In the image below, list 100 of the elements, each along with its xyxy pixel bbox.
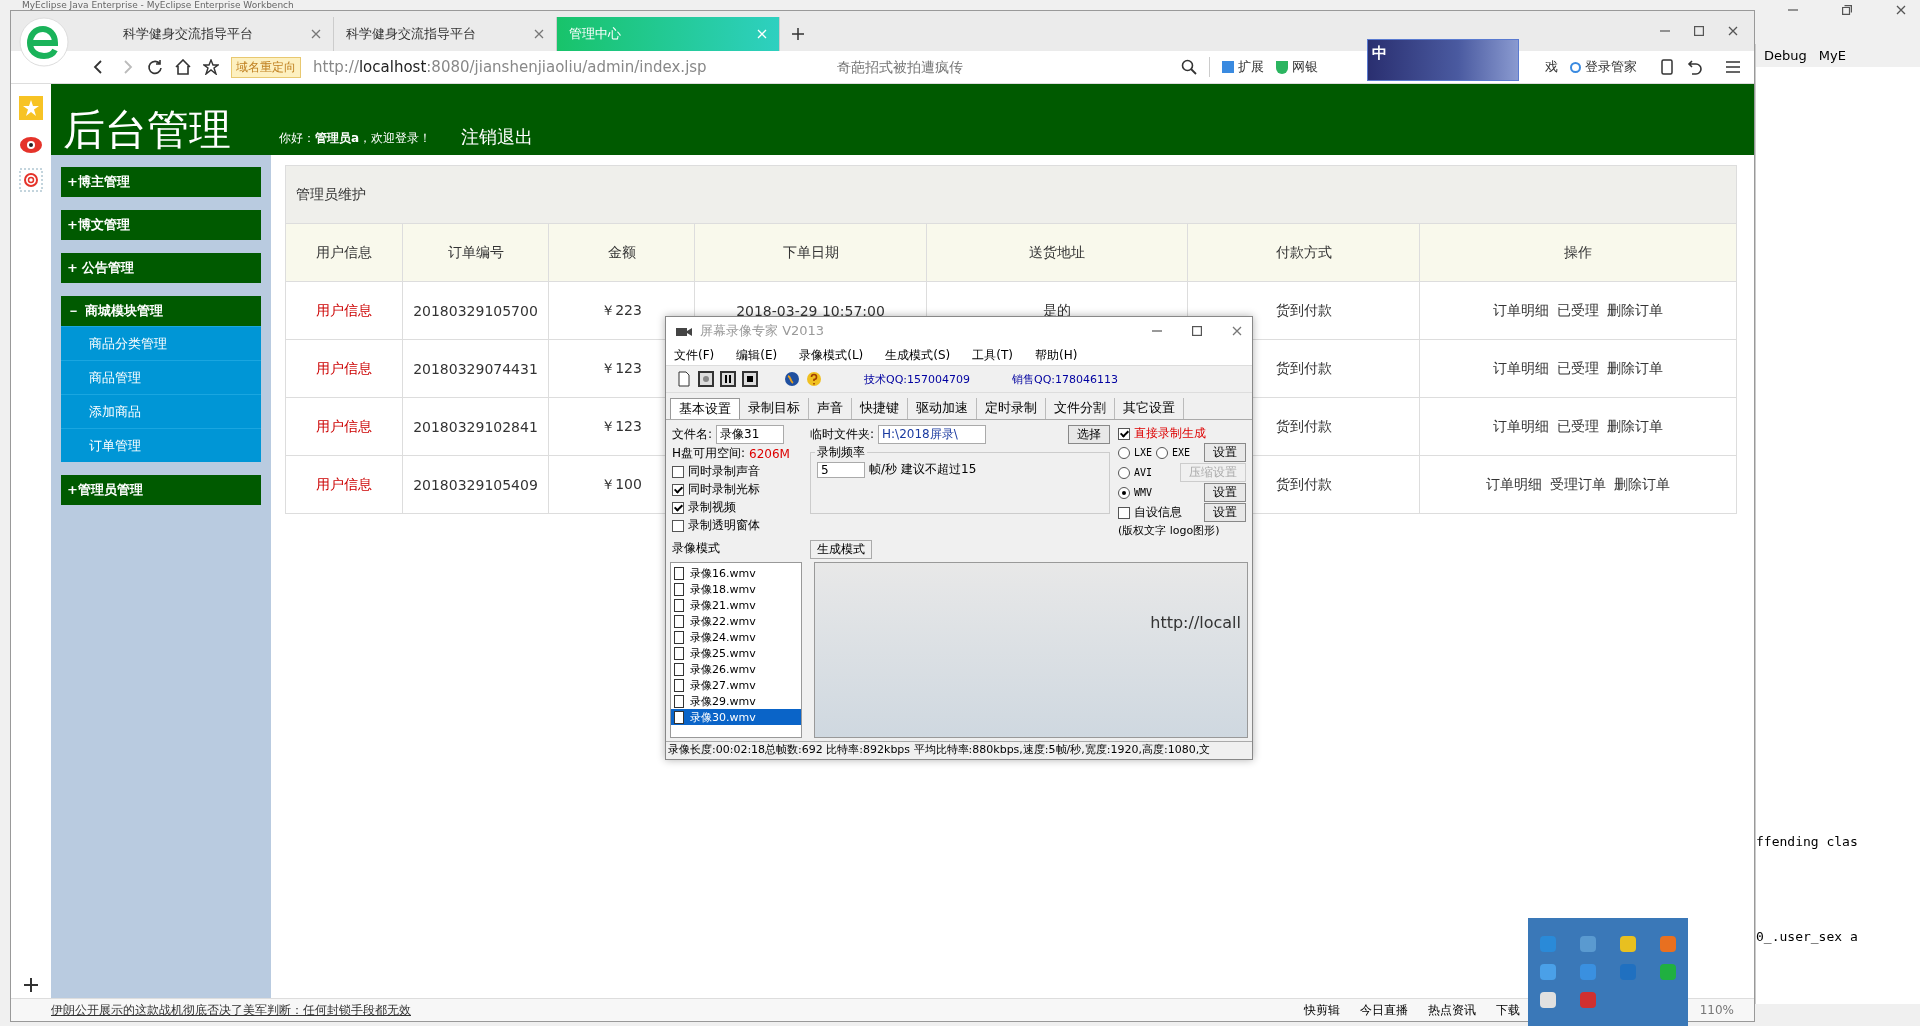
file-item[interactable]: 录像21.wmv: [671, 597, 801, 613]
menu-item[interactable]: 工具(T): [972, 346, 1013, 364]
status-button[interactable]: 热点资讯: [1427, 1001, 1476, 1019]
status-button[interactable]: 快剪辑: [1303, 1001, 1340, 1019]
menu-item[interactable]: 编辑(E): [736, 346, 778, 364]
table-cell: 20180329105409: [402, 455, 549, 514]
settings-tab[interactable]: 驱动加速: [908, 398, 977, 419]
zoom-level[interactable]: 110%: [1699, 1003, 1734, 1017]
perspective-button[interactable]: MyE: [1818, 48, 1846, 63]
sidebar-item[interactable]: － 商城模块管理: [61, 296, 261, 326]
preview-url-text: http://locall: [1150, 613, 1241, 632]
column-header: 订单编号: [402, 223, 549, 282]
window-title: MyEclipse Java Enterprise - MyEclipse Enterprise Workbench: [22, 0, 294, 10]
user-info-link[interactable]: 用户信息: [285, 455, 403, 514]
user-info-link[interactable]: 用户信息: [285, 339, 403, 398]
sidebar-item[interactable]: +管理员管理: [61, 475, 261, 505]
file-item[interactable]: 录像27.wmv: [671, 677, 801, 693]
contact-text: 技术QQ:157004709: [864, 371, 970, 387]
radio-label: WMV: [1134, 487, 1153, 498]
action-link[interactable]: 订单明细: [1493, 359, 1549, 378]
settings-tab[interactable]: 定时录制: [977, 398, 1046, 419]
toolbar-button[interactable]: 戏: [1545, 58, 1558, 76]
action-link[interactable]: 已受理: [1557, 301, 1599, 320]
file-item[interactable]: 录像25.wmv: [671, 645, 801, 661]
section-label: 录像模式: [672, 540, 720, 557]
note-text: (版权文字 logo图形): [1118, 523, 1221, 538]
action-link[interactable]: 订单明细: [1493, 301, 1549, 320]
group-label: 录制频率: [815, 444, 867, 461]
browser-tab[interactable]: 科学健身交流指导平台: [111, 17, 334, 51]
toolbar-button[interactable]: 登录管家: [1570, 58, 1637, 76]
greeting-text: 你好：管理员a，欢迎登录！: [279, 130, 432, 147]
code-line: ffending clas: [1756, 834, 1859, 849]
settings-tab[interactable]: 录制目标: [740, 398, 809, 419]
redirect-tag: 域名重定向: [231, 56, 301, 78]
column-header: 操作: [1419, 223, 1737, 282]
settings-button[interactable]: 设置: [1204, 443, 1246, 462]
disk-space-value: 6206M: [749, 446, 790, 461]
file-item[interactable]: 录像29.wmv: [671, 693, 801, 709]
user-info-link[interactable]: 用户信息: [285, 397, 403, 456]
column-header: 付款方式: [1187, 223, 1420, 282]
action-link[interactable]: 受理订单: [1550, 475, 1606, 494]
settings-tab[interactable]: 声音: [809, 398, 852, 419]
settings-tab[interactable]: 文件分割: [1046, 398, 1115, 419]
file-item[interactable]: 录像30.wmv: [671, 709, 801, 725]
file-item[interactable]: 录像18.wmv: [671, 581, 801, 597]
status-button[interactable]: 今日直播: [1359, 1001, 1408, 1019]
field-label: 临时文件夹:: [810, 426, 875, 443]
column-header: 用户信息: [285, 223, 403, 282]
radio-label: LXE: [1134, 447, 1153, 458]
settings-tab[interactable]: 其它设置: [1115, 398, 1184, 419]
column-header: 下单日期: [694, 223, 927, 282]
action-link[interactable]: 订单明细: [1486, 475, 1542, 494]
section-label: 生成模式: [810, 540, 872, 559]
action-link[interactable]: 删除订单: [1607, 301, 1663, 320]
address-field[interactable]: http://localhost:8080/jianshenjiaoliu/admin/index.jsp: [313, 58, 753, 76]
sidebar-item[interactable]: +博主管理: [61, 167, 261, 197]
column-header: 送货地址: [926, 223, 1188, 282]
status-bar: 录像长度:00:02:18总帧数:692 比特率:892kbps 平均比特率:880kbps,速度:5帧/秒,宽度:1920,高度:1080,文: [666, 741, 1252, 759]
toolbar-button[interactable]: 扩展: [1222, 58, 1264, 76]
column-header: 金额: [548, 223, 695, 282]
action-link[interactable]: 删除订单: [1607, 359, 1663, 378]
toolbar-button[interactable]: 网银: [1276, 58, 1318, 76]
status-button[interactable]: 下载: [1495, 1001, 1520, 1019]
action-link[interactable]: 删除订单: [1607, 417, 1663, 436]
action-link[interactable]: 已受理: [1557, 417, 1599, 436]
user-info-link[interactable]: 用户信息: [285, 281, 403, 340]
radio-label: AVI: [1134, 467, 1153, 478]
choose-button[interactable]: 选择: [1068, 425, 1110, 444]
sidebar-item[interactable]: +博文管理: [61, 210, 261, 240]
settings-tab[interactable]: 基本设置: [670, 398, 740, 419]
settings-button[interactable]: 设置: [1204, 483, 1246, 502]
perspective-button[interactable]: Debug: [1764, 48, 1807, 63]
settings-button[interactable]: 设置: [1204, 503, 1246, 522]
page-title: 后台管理: [63, 109, 231, 151]
menu-item[interactable]: 录像模式(L): [799, 346, 864, 364]
settings-tab[interactable]: 快捷键: [852, 398, 908, 419]
table-cell: 20180329074431: [402, 339, 549, 398]
sidebar-item[interactable]: + 公告管理: [61, 253, 261, 283]
action-link[interactable]: 已受理: [1557, 359, 1599, 378]
filename-field[interactable]: 录像31: [716, 425, 785, 444]
checkbox-label: 自设信息: [1134, 504, 1182, 521]
action-link[interactable]: 订单明细: [1493, 417, 1549, 436]
file-item[interactable]: 录像22.wmv: [671, 613, 801, 629]
action-link[interactable]: 删除订单: [1614, 475, 1670, 494]
panel-title: 管理员维护: [285, 165, 1737, 224]
input-method-bar[interactable]: 中: [1367, 39, 1519, 81]
news-link[interactable]: 伊朗公开展示的这款战机彻底否决了美军判断：任何封锁手段都无效: [51, 1001, 411, 1019]
unit-label: 帧/秒: [869, 461, 898, 478]
rate-field[interactable]: 5: [817, 461, 865, 478]
code-line: 0_.user_sex a: [1756, 929, 1859, 944]
window-title: 屏幕录像专家 V2013: [700, 322, 825, 340]
file-item[interactable]: 录像24.wmv: [671, 629, 801, 645]
menu-item[interactable]: 生成模式(S): [885, 346, 951, 364]
logout-link[interactable]: 注销退出: [461, 125, 534, 151]
menu-item[interactable]: 帮助(H): [1034, 346, 1078, 364]
table-cell: 20180329105700: [402, 281, 549, 340]
file-item[interactable]: 录像16.wmv: [671, 565, 801, 581]
file-item[interactable]: 录像26.wmv: [671, 661, 801, 677]
hint-text: 建议不超过15: [901, 461, 977, 478]
folder-field[interactable]: H:\2018屏录\: [878, 425, 987, 444]
